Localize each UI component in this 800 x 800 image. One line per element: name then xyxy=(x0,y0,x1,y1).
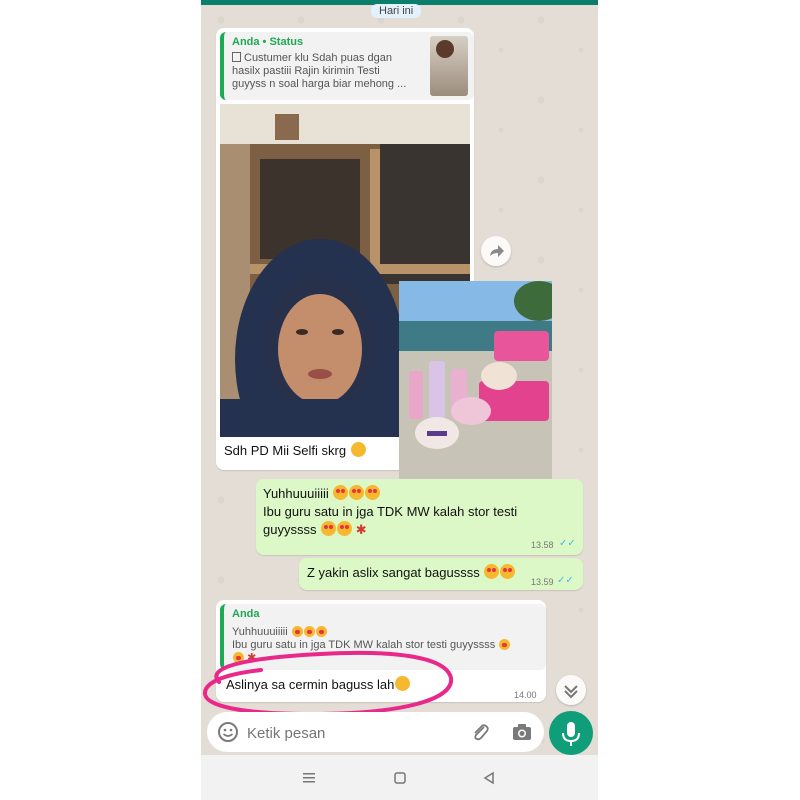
recent-apps-icon[interactable] xyxy=(302,772,316,784)
status-reply-quote[interactable]: Anda • Status Custumer klu Sdah puas dga… xyxy=(220,32,474,100)
read-ticks-icon: ✓✓ xyxy=(557,575,574,586)
message-body: Sdh PD Mii Selfi skrg xyxy=(224,443,347,458)
date-label: Hari ini xyxy=(371,4,422,18)
message-input-bar xyxy=(207,712,544,752)
message-time: 13.59 xyxy=(531,577,554,587)
message-outgoing-1[interactable]: Yuhhuuuiiiii Ibu guru satu in jga TDK MW… xyxy=(256,479,583,555)
status-thumbnail xyxy=(430,36,468,96)
system-nav-bar xyxy=(201,755,598,800)
message-text: Sdh PD Mii Selfi skrg xyxy=(224,442,366,460)
product-image xyxy=(399,281,552,485)
quote-body: Custumer klu Sdah puas dgan hasilx pasti… xyxy=(232,52,407,90)
forward-button[interactable] xyxy=(481,236,511,266)
microphone-icon xyxy=(562,722,580,746)
product-photo[interactable] xyxy=(399,281,552,485)
message-body: Z yakin aslix sangat bagussss xyxy=(307,565,480,580)
message-line-3: guyyssss xyxy=(263,522,317,537)
heart-eyes-emoji-icon xyxy=(349,485,365,500)
message-time: 13.58 xyxy=(531,540,554,550)
smiling-face-emoji-icon xyxy=(350,442,366,457)
message-text: Z yakin aslix sangat bagussss xyxy=(307,564,516,582)
heart-eyes-emoji-icon xyxy=(321,521,337,536)
paperclip-icon[interactable] xyxy=(469,721,491,743)
heart-eyes-emoji-icon xyxy=(500,564,516,579)
quote-author: Anda xyxy=(232,608,260,620)
message-input[interactable] xyxy=(245,720,459,746)
home-icon[interactable] xyxy=(393,771,407,785)
quote-text: Custumer klu Sdah puas dgan hasilx pasti… xyxy=(232,52,410,91)
message-line-2: Ibu guru satu in jga TDK MW kalah stor t… xyxy=(263,504,518,519)
message-text: Yuhhuuuiiiii Ibu guru satu in jga TDK MW… xyxy=(263,485,563,539)
scroll-down-button[interactable] xyxy=(556,675,586,705)
chat-screen: Hari ini Anda • Status Custumer klu Sdah… xyxy=(201,0,598,800)
lobster-emoji-icon: ✱ xyxy=(355,522,367,537)
camera-icon[interactable] xyxy=(511,721,533,743)
read-ticks-icon: ✓✓ xyxy=(559,538,576,549)
back-icon[interactable] xyxy=(482,771,496,785)
message-line-1: Yuhhuuuiiiii xyxy=(263,486,329,501)
forward-icon xyxy=(490,245,504,257)
heart-eyes-emoji-icon xyxy=(484,564,500,579)
voice-message-button[interactable] xyxy=(549,711,593,755)
heart-eyes-emoji-icon xyxy=(365,485,381,500)
heart-eyes-emoji-icon xyxy=(333,485,349,500)
chevron-down-icon xyxy=(564,685,578,699)
heart-eyes-emoji-icon xyxy=(337,521,353,536)
document-icon xyxy=(232,52,241,62)
message-outgoing-2[interactable]: Z yakin aslix sangat bagussss 13.59 ✓✓ xyxy=(299,558,583,590)
emoji-icon[interactable] xyxy=(217,721,239,743)
quote-author: Anda • Status xyxy=(232,36,304,48)
